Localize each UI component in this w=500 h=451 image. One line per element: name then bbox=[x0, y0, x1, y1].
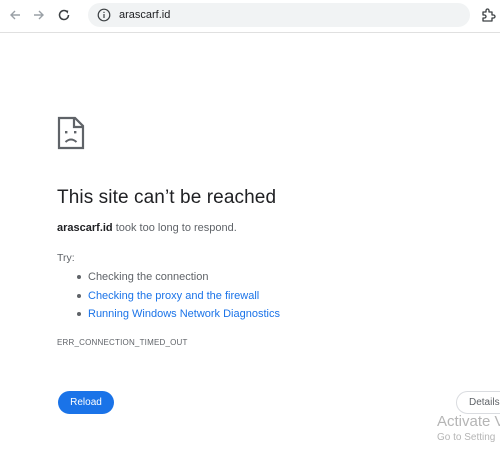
activation-watermark-subtitle: Go to Setting bbox=[437, 432, 496, 443]
arrow-right-icon bbox=[34, 10, 44, 20]
forward-button[interactable] bbox=[28, 4, 50, 26]
suggestion-check-proxy-link[interactable]: Checking the proxy and the firewall bbox=[75, 287, 280, 306]
page-title: This site can’t be reached bbox=[57, 187, 277, 208]
toolbar-divider bbox=[0, 32, 500, 33]
error-host: arascarf.id bbox=[57, 222, 113, 234]
puzzle-icon[interactable] bbox=[480, 6, 498, 24]
activation-watermark-title: Activate V bbox=[437, 413, 500, 430]
error-code: ERR_CONNECTION_TIMED_OUT bbox=[57, 338, 188, 347]
url-text[interactable]: arascarf.id bbox=[119, 8, 170, 22]
sad-document-icon bbox=[57, 116, 85, 150]
reload-button[interactable]: Reload bbox=[58, 391, 114, 414]
address-bar[interactable]: arascarf.id bbox=[88, 3, 470, 27]
details-button[interactable]: Details bbox=[456, 391, 500, 414]
info-icon[interactable] bbox=[96, 7, 112, 23]
suggestion-check-connection: Checking the connection bbox=[75, 268, 280, 287]
arrow-left-icon bbox=[10, 10, 20, 20]
browser-window: arascarf.id This site can’t be reached a… bbox=[0, 0, 500, 451]
suggestion-list: Checking the connection Checking the pro… bbox=[75, 268, 280, 324]
suggestion-network-diagnostics-link[interactable]: Running Windows Network Diagnostics bbox=[75, 305, 280, 324]
reload-page-button[interactable] bbox=[53, 4, 75, 26]
error-summary: arascarf.id took too long to respond. bbox=[57, 221, 237, 235]
try-label: Try: bbox=[57, 252, 75, 264]
reload-icon bbox=[58, 9, 70, 21]
back-button[interactable] bbox=[4, 4, 26, 26]
browser-toolbar: arascarf.id bbox=[0, 0, 500, 32]
error-summary-text: took too long to respond. bbox=[112, 222, 237, 234]
